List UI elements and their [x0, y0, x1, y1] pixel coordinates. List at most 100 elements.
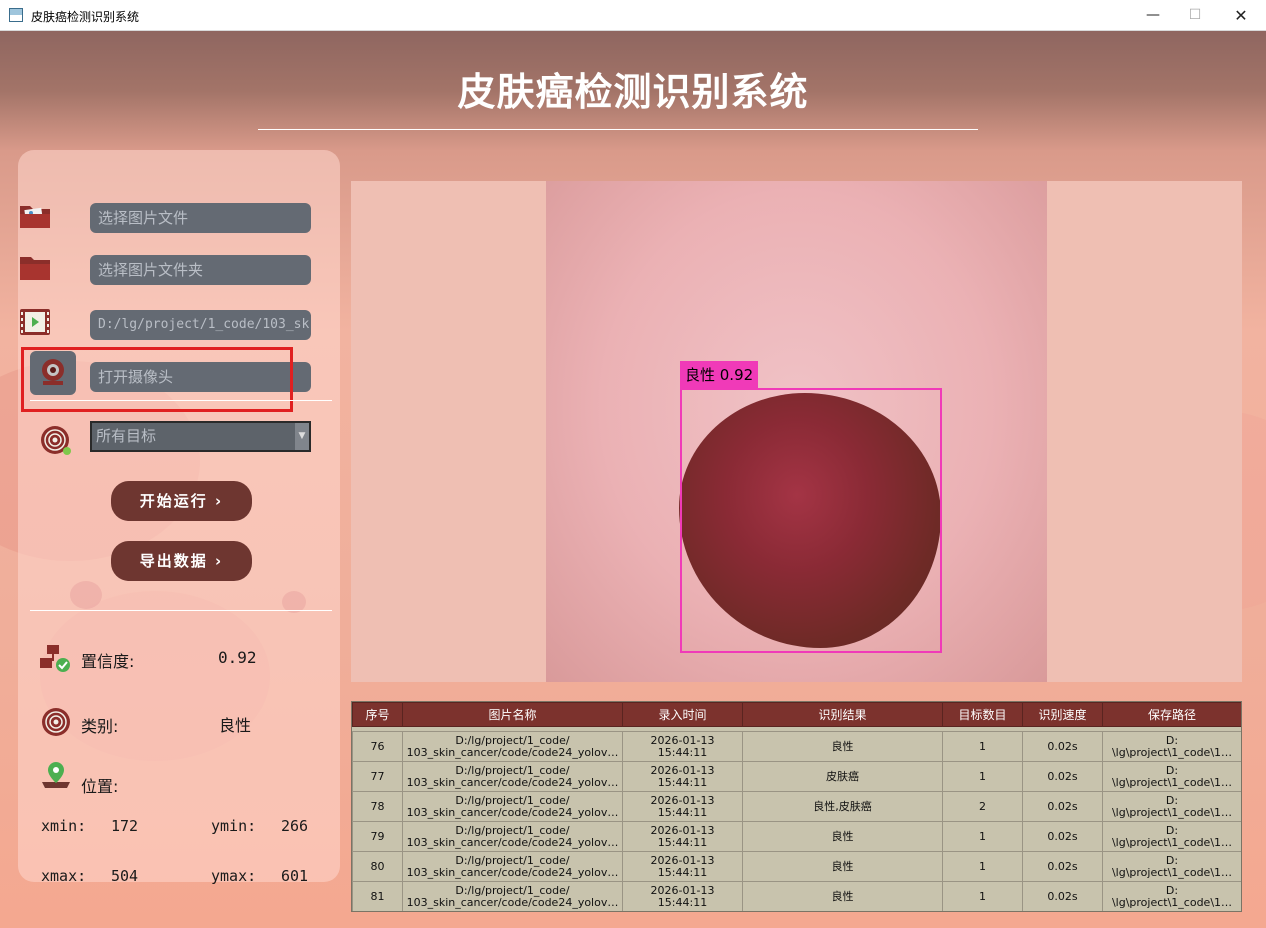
column-header[interactable]: 录入时间	[622, 702, 743, 727]
target-select-value: 所有目标	[96, 427, 157, 445]
cell-id: 76	[352, 731, 403, 762]
maximize-button[interactable]: ☐	[1172, 0, 1218, 31]
cell-id: 78	[352, 791, 403, 822]
ymin-label: ymin:	[211, 817, 257, 835]
class-label: 类别:	[81, 717, 119, 736]
column-header[interactable]: 保存路径	[1102, 702, 1241, 727]
table-row[interactable]: 81 D:/lg/project/1_code/103_skin_cancer/…	[352, 881, 1241, 911]
cell-count: 1	[942, 761, 1023, 792]
cell-speed: 0.02s	[1022, 881, 1103, 911]
table-row[interactable]: 80 D:/lg/project/1_code/103_skin_cancer/…	[352, 851, 1241, 882]
cell-id: 81	[352, 881, 403, 911]
close-button[interactable]: ✕	[1218, 0, 1264, 31]
cell-count: 1	[942, 731, 1023, 762]
results-table[interactable]: 序号 图片名称 录入时间 识别结果 目标数目 识别速度 保存路径 76 D:/l…	[351, 701, 1242, 912]
cell-time: 2026-01-13 15:44:11	[622, 851, 743, 882]
xmin-label: xmin:	[41, 817, 87, 835]
cell-count: 1	[942, 881, 1023, 911]
chevron-down-icon[interactable]: ▼	[295, 423, 309, 450]
video-file-icon[interactable]	[18, 307, 52, 337]
column-header[interactable]: 识别速度	[1022, 702, 1103, 727]
cell-result: 皮肤癌	[742, 761, 943, 792]
cell-path: D: \lg\project\1_code\1…	[1102, 761, 1241, 792]
folder-icon[interactable]	[18, 252, 52, 282]
app-icon	[9, 8, 23, 22]
window-title: 皮肤癌检测识别系统	[31, 10, 140, 24]
xmax-value: 504	[111, 867, 139, 885]
cell-name: D:/lg/project/1_code/103_skin_cancer/cod…	[402, 791, 623, 822]
cell-path: D: \lg\project\1_code\1…	[1102, 791, 1241, 822]
video-file-row: D:/lg/project/1_code/103_sk	[16, 301, 311, 345]
column-header[interactable]: 目标数目	[942, 702, 1023, 727]
cell-path: D: \lg\project\1_code\1…	[1102, 881, 1241, 911]
start-button[interactable]: 开始运行 ›	[111, 481, 252, 521]
image-file-input[interactable]: 选择图片文件	[90, 203, 311, 233]
class-icon	[42, 708, 70, 736]
cell-time: 2026-01-13 15:44:11	[622, 731, 743, 762]
table-row[interactable]: 78 D:/lg/project/1_code/103_skin_cancer/…	[352, 791, 1241, 822]
table-row[interactable]: 77 D:/lg/project/1_code/103_skin_cancer/…	[352, 761, 1241, 792]
cell-result: 良性	[742, 731, 943, 762]
cell-count: 1	[942, 851, 1023, 882]
confidence-icon	[40, 645, 70, 672]
class-value: 良性	[219, 716, 252, 735]
page-title: 皮肤癌检测识别系统	[457, 70, 809, 114]
cell-result: 良性	[742, 881, 943, 911]
divider	[30, 400, 332, 401]
cell-name: D:/lg/project/1_code/103_skin_cancer/cod…	[402, 821, 623, 852]
window-titlebar: 皮肤癌检测识别系统 — ☐ ✕	[0, 0, 1266, 31]
cell-time: 2026-01-13 15:44:11	[622, 761, 743, 792]
cell-name: D:/lg/project/1_code/103_skin_cancer/cod…	[402, 761, 623, 792]
cell-path: D: \lg\project\1_code\1…	[1102, 851, 1241, 882]
image-folder-input[interactable]: 选择图片文件夹	[90, 255, 311, 285]
location-pin-icon	[42, 762, 70, 788]
highlight-rectangle	[21, 347, 293, 412]
cell-name: D:/lg/project/1_code/103_skin_cancer/cod…	[402, 851, 623, 882]
cell-speed: 0.02s	[1022, 851, 1103, 882]
xmax-label: xmax:	[41, 867, 87, 885]
cell-speed: 0.02s	[1022, 731, 1103, 762]
image-folder-row: 选择图片文件夹	[16, 246, 311, 290]
column-header[interactable]: 识别结果	[742, 702, 943, 727]
ymax-label: ymax:	[211, 867, 257, 885]
cell-name: D:/lg/project/1_code/103_skin_cancer/cod…	[402, 731, 623, 762]
cell-id: 80	[352, 851, 403, 882]
export-button[interactable]: 导出数据 ›	[111, 541, 252, 581]
confidence-label: 置信度:	[81, 652, 135, 671]
cell-id: 79	[352, 821, 403, 852]
title-underline	[258, 129, 978, 130]
cell-result: 良性	[742, 821, 943, 852]
xmin-value: 172	[111, 817, 139, 835]
cell-name: D:/lg/project/1_code/103_skin_cancer/cod…	[402, 881, 623, 911]
cell-time: 2026-01-13 15:44:11	[622, 821, 743, 852]
column-header[interactable]: 图片名称	[402, 702, 623, 727]
position-label: 位置:	[81, 777, 119, 796]
cell-path: D: \lg\project\1_code\1…	[1102, 821, 1241, 852]
cell-count: 1	[942, 821, 1023, 852]
cell-path: D: \lg\project\1_code\1…	[1102, 731, 1241, 762]
detection-label: 良性 0.92	[680, 361, 759, 389]
ymax-value: 601	[281, 867, 309, 885]
target-icon	[41, 426, 71, 455]
detection-box	[680, 388, 942, 653]
ymin-value: 266	[281, 817, 309, 835]
table-header-row: 序号 图片名称 录入时间 识别结果 目标数目 识别速度 保存路径	[352, 702, 1241, 727]
cell-time: 2026-01-13 15:44:11	[622, 881, 743, 911]
cell-speed: 0.02s	[1022, 821, 1103, 852]
cell-result: 良性,皮肤癌	[742, 791, 943, 822]
table-row[interactable]: 76 D:/lg/project/1_code/103_skin_cancer/…	[352, 731, 1241, 762]
minimize-button[interactable]: —	[1130, 0, 1176, 31]
image-folder-icon[interactable]	[18, 200, 52, 230]
cell-count: 2	[942, 791, 1023, 822]
cell-speed: 0.02s	[1022, 791, 1103, 822]
target-select[interactable]: 所有目标 ▼	[90, 421, 311, 452]
image-file-row: 选择图片文件	[16, 194, 311, 238]
divider	[30, 610, 332, 611]
cell-speed: 0.02s	[1022, 761, 1103, 792]
cell-time: 2026-01-13 15:44:11	[622, 791, 743, 822]
table-row[interactable]: 79 D:/lg/project/1_code/103_skin_cancer/…	[352, 821, 1241, 852]
video-file-input[interactable]: D:/lg/project/1_code/103_sk	[90, 310, 311, 340]
column-header[interactable]: 序号	[352, 702, 403, 727]
cell-result: 良性	[742, 851, 943, 882]
cell-id: 77	[352, 761, 403, 792]
